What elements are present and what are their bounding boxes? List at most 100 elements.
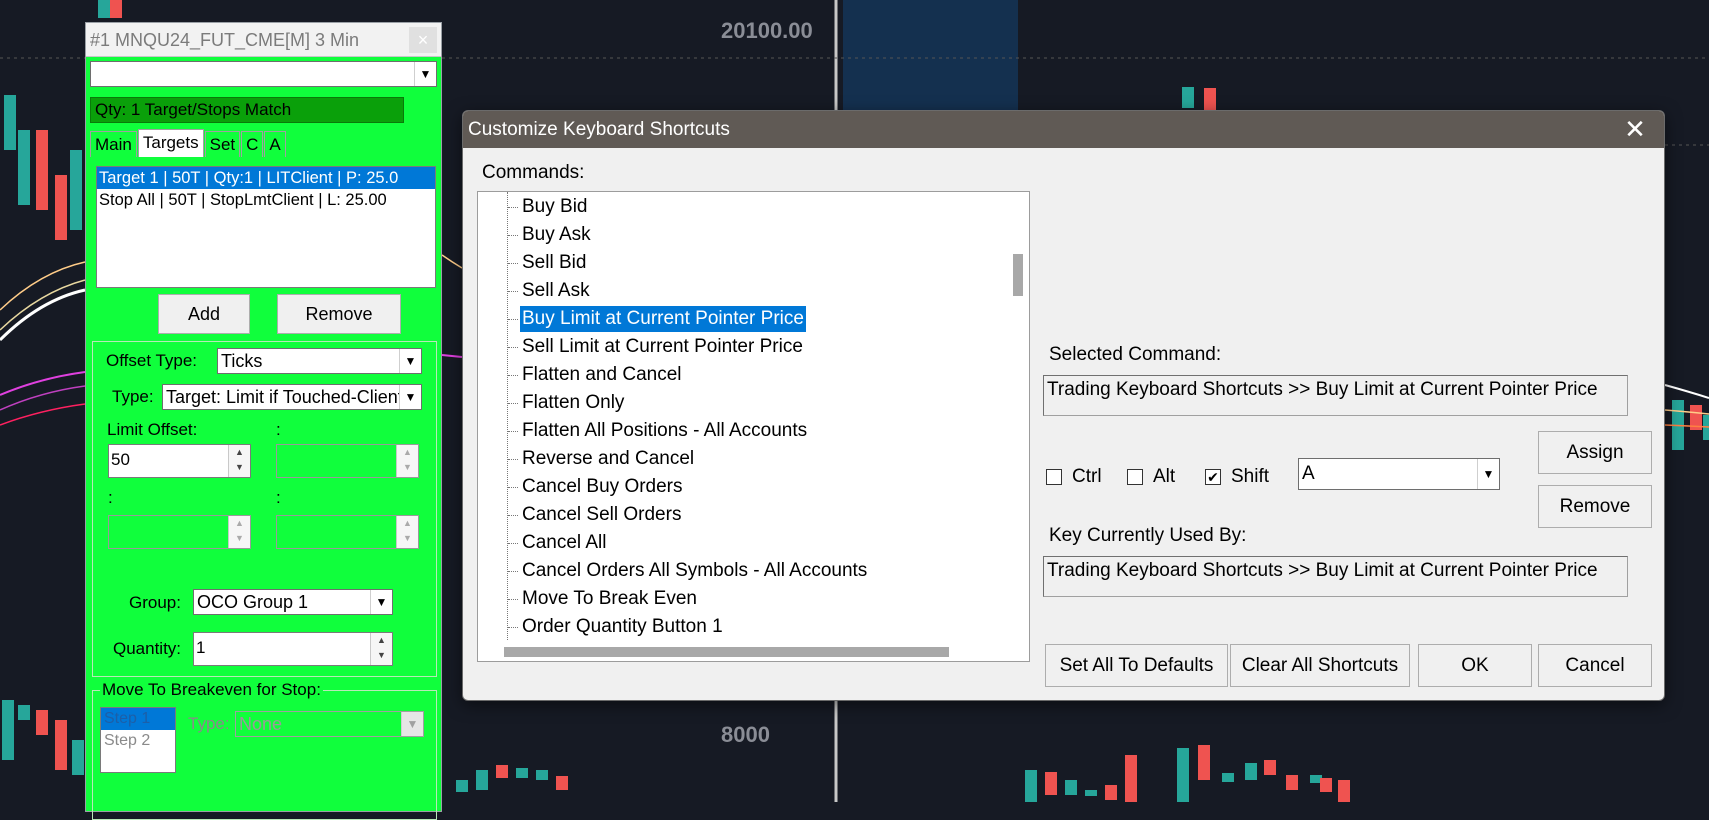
candle bbox=[70, 150, 82, 230]
tree-item[interactable]: Reverse and Cancel bbox=[508, 446, 696, 472]
tree-item[interactable]: Sell Bid bbox=[508, 250, 588, 276]
panel-title: #1 MNQU24_FUT_CME[M] 3 Min bbox=[90, 30, 360, 50]
tree-item[interactable]: Buy Bid bbox=[508, 194, 589, 220]
oco-group-value: OCO Group 1 bbox=[197, 592, 309, 612]
candle bbox=[456, 780, 468, 792]
scrollbar-thumb[interactable] bbox=[1013, 254, 1023, 296]
tree-item-label: Move To Break Even bbox=[522, 588, 697, 609]
tree-item[interactable]: Move To Break Even bbox=[508, 586, 699, 612]
tree-item[interactable]: Buy Ask bbox=[508, 222, 593, 248]
order-type-combo[interactable]: Target: Limit if Touched-Client ▼ bbox=[162, 384, 422, 410]
tree-item[interactable]: Cancel Buy Orders bbox=[508, 474, 685, 500]
add-target-button[interactable]: Add bbox=[158, 294, 250, 334]
tree-item[interactable]: Flatten All Positions - All Accounts bbox=[508, 418, 809, 444]
chevron-down-icon[interactable]: ▼ bbox=[399, 349, 421, 373]
oco-group-combo[interactable]: OCO Group 1 ▼ bbox=[193, 589, 393, 615]
tree-item-label: Buy Limit at Current Pointer Price bbox=[522, 308, 804, 329]
ok-button[interactable]: OK bbox=[1418, 644, 1532, 687]
stepper-arrows-icon[interactable]: ▲ ▼ bbox=[396, 516, 418, 548]
offset-type-combo[interactable]: Ticks ▼ bbox=[217, 348, 422, 374]
offset-stepper-4[interactable]: ▲ ▼ bbox=[276, 515, 419, 549]
shift-checkbox[interactable]: ✔ Shift bbox=[1205, 466, 1269, 488]
list-item[interactable]: Stop All | 50T | StopLmtClient | L: 25.0… bbox=[97, 189, 435, 211]
tree-connector bbox=[508, 431, 518, 432]
shortcut-key-combo[interactable]: A ▼ bbox=[1298, 458, 1500, 490]
stepper-arrows-icon[interactable]: ▲ ▼ bbox=[396, 445, 418, 477]
chevron-down-icon[interactable]: ▼ bbox=[370, 590, 392, 614]
stepper-arrows-icon[interactable]: ▲ ▼ bbox=[370, 633, 392, 665]
tree-connector bbox=[508, 235, 518, 236]
list-item[interactable]: Step 1 bbox=[101, 708, 175, 730]
price-axis-label-top: 20100.00 bbox=[721, 18, 813, 43]
chevron-down-icon[interactable]: ▼ bbox=[1477, 459, 1499, 489]
offset-type-label: Offset Type: bbox=[106, 351, 198, 370]
ctrl-checkbox[interactable]: Ctrl bbox=[1046, 466, 1102, 488]
chevron-down-icon[interactable]: ▼ bbox=[414, 62, 436, 86]
tree-item[interactable]: Cancel Sell Orders bbox=[508, 502, 683, 528]
stepper-arrows-icon[interactable]: ▲ ▼ bbox=[228, 516, 250, 548]
list-item[interactable]: Target 1 | 50T | Qty:1 | LITClient | P: … bbox=[97, 167, 435, 189]
assign-button[interactable]: Assign bbox=[1538, 431, 1652, 474]
tree-connector bbox=[508, 263, 518, 264]
tree-item[interactable]: Flatten Only bbox=[508, 390, 626, 416]
alt-checkbox-box[interactable] bbox=[1127, 469, 1143, 485]
commands-tree[interactable]: Buy Bid Buy Ask Sell Bid Sell Ask Buy Limit … bbox=[477, 191, 1030, 662]
tab-set[interactable]: Set bbox=[204, 131, 241, 157]
panel-titlebar[interactable]: #1 MNQU24_FUT_CME[M] 3 Min × bbox=[86, 23, 441, 57]
close-icon[interactable]: × bbox=[409, 27, 437, 53]
scrollbar-thumb[interactable] bbox=[504, 647, 949, 657]
candle bbox=[4, 95, 16, 150]
tree-connector bbox=[508, 543, 518, 544]
tree-item[interactable]: Sell Ask bbox=[508, 278, 592, 304]
remove-target-button[interactable]: Remove bbox=[277, 294, 401, 334]
stop-offset-stepper[interactable]: ▲ ▼ bbox=[276, 444, 419, 478]
candle bbox=[1198, 745, 1210, 780]
tree-item[interactable]: Cancel All bbox=[508, 530, 609, 556]
alt-checkbox[interactable]: Alt bbox=[1127, 466, 1175, 488]
stepper-arrows-icon[interactable]: ▲ ▼ bbox=[228, 445, 250, 477]
dialog-titlebar[interactable]: Customize Keyboard Shortcuts ✕ bbox=[463, 111, 1664, 148]
candle bbox=[1105, 785, 1117, 800]
horizontal-scrollbar[interactable] bbox=[478, 641, 1011, 661]
shift-checkbox-box[interactable]: ✔ bbox=[1205, 469, 1221, 485]
ctrl-checkbox-box[interactable] bbox=[1046, 469, 1062, 485]
set-all-defaults-button[interactable]: Set All To Defaults bbox=[1045, 644, 1228, 687]
remove-shortcut-button[interactable]: Remove bbox=[1538, 485, 1652, 528]
tree-item[interactable]: Flatten and Cancel bbox=[508, 362, 684, 388]
tab-main[interactable]: Main bbox=[90, 131, 137, 157]
clear-all-shortcuts-button[interactable]: Clear All Shortcuts bbox=[1230, 644, 1410, 687]
offset-stepper-3[interactable]: ▲ ▼ bbox=[108, 515, 251, 549]
cancel-button[interactable]: Cancel bbox=[1538, 644, 1652, 687]
tab-c[interactable]: C bbox=[241, 131, 264, 157]
tree-item[interactable]: Cancel Orders All Symbols - All Accounts bbox=[508, 558, 869, 584]
order-entry-panel: #1 MNQU24_FUT_CME[M] 3 Min × ▼ Qty: 1 Ta… bbox=[85, 22, 442, 820]
targets-list[interactable]: Target 1 | 50T | Qty:1 | LITClient | P: … bbox=[96, 166, 436, 288]
selected-command-field: Trading Keyboard Shortcuts >> Buy Limit … bbox=[1043, 375, 1628, 416]
breakeven-steps-list[interactable]: Step 1 Step 2 bbox=[100, 707, 176, 773]
quantity-stepper[interactable]: 1 ▲ ▼ bbox=[193, 632, 393, 666]
list-item[interactable]: Step 2 bbox=[101, 730, 175, 752]
chevron-down-icon[interactable]: ▼ bbox=[399, 385, 421, 409]
tree-item[interactable]: Buy Limit at Current Pointer Price bbox=[508, 306, 806, 332]
time-highlight-band bbox=[843, 0, 1018, 110]
candle bbox=[18, 705, 30, 720]
candle bbox=[1338, 780, 1350, 802]
dialog-title: Customize Keyboard Shortcuts bbox=[468, 119, 730, 140]
tab-targets[interactable]: Targets bbox=[137, 129, 204, 157]
tree-item-label: Flatten and Cancel bbox=[522, 364, 682, 385]
panel-tabs: Main Targets Set C A bbox=[90, 129, 287, 157]
tree-item-label: Flatten Only bbox=[522, 392, 625, 413]
tree-item-label: Flatten All Positions - All Accounts bbox=[522, 420, 808, 441]
tree-item-label: Cancel All bbox=[522, 532, 607, 553]
limit-offset-stepper[interactable]: 50 ▲ ▼ bbox=[108, 444, 251, 478]
account-combo[interactable]: ▼ bbox=[90, 61, 437, 87]
tree-item[interactable]: Sell Limit at Current Pointer Price bbox=[508, 334, 805, 360]
close-icon[interactable]: ✕ bbox=[1620, 111, 1650, 148]
candle bbox=[476, 770, 488, 790]
candle bbox=[556, 776, 568, 790]
candle bbox=[1025, 770, 1037, 802]
colon-label: : bbox=[108, 488, 113, 507]
tab-a[interactable]: A bbox=[264, 131, 286, 157]
tree-item[interactable]: Order Quantity Button 1 bbox=[508, 614, 725, 640]
vertical-scrollbar[interactable] bbox=[1009, 192, 1029, 643]
